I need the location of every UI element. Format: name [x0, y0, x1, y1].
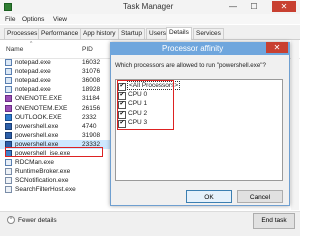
process-name: ONENOTEM.EXE [15, 104, 68, 112]
table-row[interactable]: notepad.exe 31076 [0, 67, 112, 76]
notepad-icon [5, 86, 12, 94]
process-name: notepad.exe [15, 86, 51, 94]
process-name: ONENOTE.EXE [15, 95, 62, 103]
process-pid: 36008 [82, 77, 101, 85]
powershell-icon [5, 122, 12, 130]
process-name: RDCMan.exe [15, 159, 55, 167]
onenote-icon [5, 104, 12, 112]
table-row[interactable]: ONENOTEM.EXE 26156 [0, 104, 112, 113]
process-pid: 4740 [82, 122, 97, 130]
process-name: powershell.exe [15, 131, 59, 139]
process-pid: 31184 [82, 95, 100, 103]
window-title: Task Manager [123, 2, 174, 11]
ok-button[interactable]: OK [186, 190, 232, 203]
minimize-button[interactable]: — [224, 1, 242, 12]
process-name: SearchFilterHost.exe [15, 186, 76, 194]
column-pid[interactable]: PID [82, 46, 93, 53]
chevron-up-icon[interactable]: ^ [7, 216, 15, 224]
process-name: RuntimeBroker.exe [15, 168, 71, 176]
scrollbar[interactable] [291, 40, 299, 210]
table-row[interactable]: notepad.exe 36008 [0, 76, 112, 85]
table-row[interactable]: OUTLOOK.EXE 2332 [0, 113, 112, 122]
app-icon [5, 168, 12, 176]
process-name: powershell.exe [15, 122, 59, 130]
tab-app-history[interactable]: App history [80, 28, 119, 39]
table-row[interactable]: ONENOTE.EXE 31184 [0, 94, 112, 103]
table-row[interactable]: RuntimeBroker.exe [0, 167, 112, 176]
outlook-icon [5, 113, 12, 121]
app-icon [5, 177, 12, 185]
processor-highlight-box [117, 80, 174, 130]
onenote-icon [5, 95, 12, 103]
notepad-icon [5, 59, 12, 66]
column-name[interactable]: Name [6, 46, 23, 53]
menu-file[interactable]: File [5, 16, 15, 23]
table-row[interactable]: notepad.exe 16032 [0, 58, 112, 67]
rdcman-icon [5, 159, 12, 167]
menu-bar [0, 14, 300, 24]
highlight-box [5, 147, 103, 157]
process-name: notepad.exe [15, 77, 51, 85]
process-name: OUTLOOK.EXE [15, 113, 62, 121]
end-task-button[interactable]: End task [253, 213, 295, 229]
process-name: SCNotification.exe [15, 177, 69, 185]
dialog-title: Processor affinity [162, 44, 224, 53]
process-name: notepad.exe [15, 59, 51, 66]
powershell-icon [5, 131, 12, 139]
dialog-close-button[interactable]: ✕ [266, 42, 288, 53]
task-manager-icon [4, 3, 12, 11]
tab-processes[interactable]: Processes [4, 28, 41, 39]
fewer-details-link[interactable]: Fewer details [18, 217, 57, 224]
table-row[interactable]: notepad.exe 18928 [0, 85, 112, 94]
tab-details[interactable]: Details [166, 27, 192, 40]
maximize-button[interactable]: ☐ [245, 1, 263, 12]
app-icon [5, 186, 12, 194]
menu-options[interactable]: Options [22, 16, 44, 23]
process-pid: 16032 [82, 59, 101, 66]
tab-performance[interactable]: Performance [38, 28, 82, 39]
close-button[interactable]: ✕ [272, 1, 296, 12]
table-row[interactable]: SCNotification.exe [0, 176, 112, 185]
table-row[interactable]: SearchFilterHost.exe [0, 185, 112, 194]
table-row[interactable]: powershell.exe 31908 [0, 131, 112, 140]
menu-view[interactable]: View [53, 16, 67, 23]
tab-services[interactable]: Services [193, 28, 224, 39]
cancel-button[interactable]: Cancel [237, 190, 283, 203]
process-pid: 31076 [82, 68, 101, 76]
tab-startup[interactable]: Startup [118, 28, 145, 39]
process-pid: 31908 [82, 131, 101, 139]
affinity-question: Which processors are allowed to run "pow… [115, 62, 266, 69]
process-pid: 18928 [82, 86, 101, 94]
process-pid: 2332 [82, 113, 97, 121]
sort-indicator: ^ [30, 41, 33, 47]
notepad-icon [5, 77, 12, 85]
notepad-icon [5, 68, 12, 76]
table-row[interactable]: powershell.exe 4740 [0, 122, 112, 131]
process-name: notepad.exe [15, 68, 51, 76]
table-row[interactable]: RDCMan.exe [0, 158, 112, 167]
process-pid: 26156 [82, 104, 101, 112]
